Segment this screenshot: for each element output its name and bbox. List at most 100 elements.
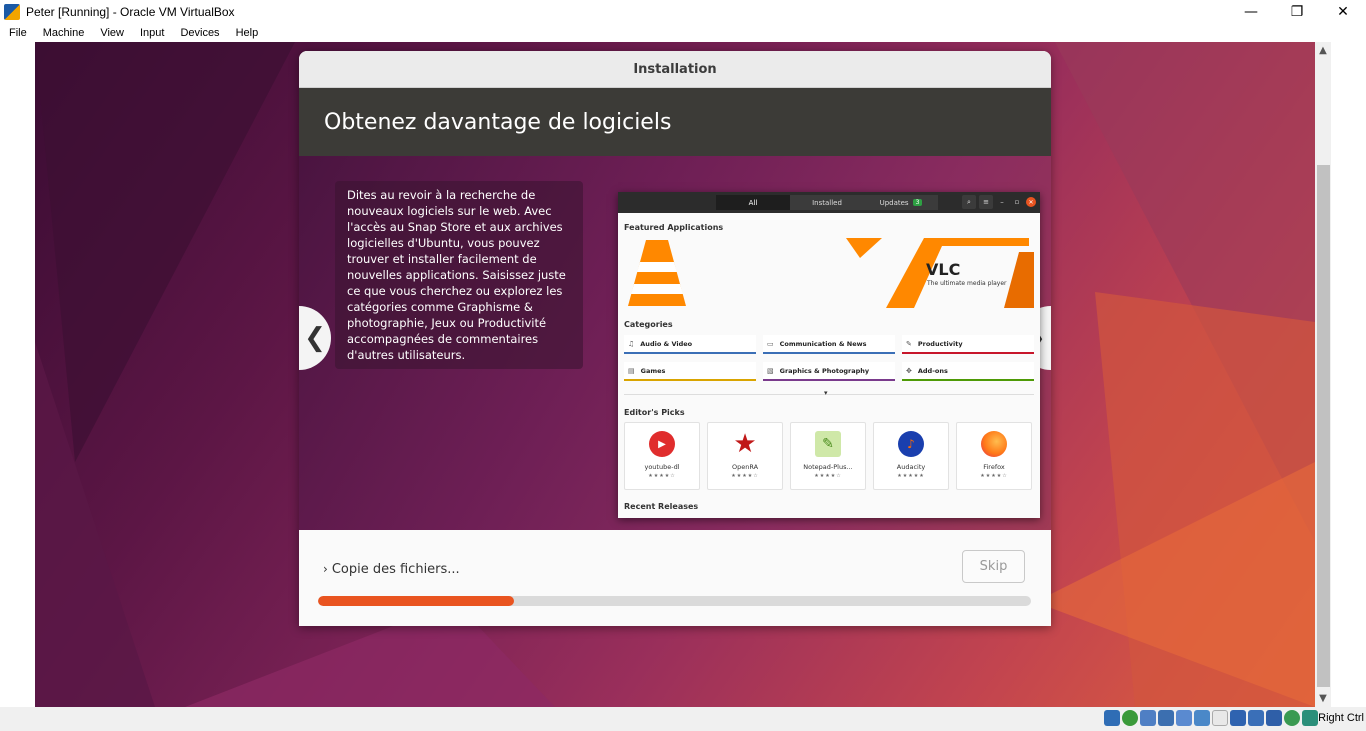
virtualbox-icon	[4, 3, 20, 20]
cpu-icon[interactable]	[1266, 710, 1282, 726]
skip-button[interactable]: Skip	[962, 550, 1025, 583]
recent-releases-heading: Recent Releases	[624, 502, 699, 511]
vm-statusbar: Right Ctrl	[0, 707, 1366, 731]
maximize-button[interactable]: ❐	[1274, 0, 1320, 23]
category-communication-news: ▭ Communication & News	[763, 335, 895, 354]
hamburger-menu-icon: ≡	[979, 195, 993, 209]
pick-name: Audacity	[896, 463, 926, 471]
close-icon: ✕	[1026, 197, 1036, 207]
category-label: Productivity	[917, 339, 963, 348]
pick-name: Notepad-Plus...	[803, 463, 853, 471]
pick-youtube-dl: ▶ youtube-dl ★★★★☆	[624, 422, 700, 490]
hard-disk-icon[interactable]	[1104, 710, 1120, 726]
window-title: Peter [Running] - Oracle VM VirtualBox	[26, 4, 235, 19]
store-tab-updates: Updates 3	[864, 195, 938, 210]
chevron-right-icon[interactable]: ›	[323, 562, 328, 576]
minimize-icon: –	[1000, 198, 1004, 206]
status-icons	[1104, 710, 1318, 726]
featured-heading: Featured Applications	[624, 223, 724, 232]
slide-description: Dites au revoir à la recherche de nouvea…	[347, 188, 566, 362]
editors-picks-row: ▶ youtube-dl ★★★★☆ ★ OpenRA ★★★★☆ ✎ Note…	[624, 422, 1034, 490]
category-productivity: ✎ Productivity	[902, 335, 1034, 354]
image-icon: ▧	[767, 366, 774, 375]
pick-firefox: Firefox ★★★★☆	[956, 422, 1032, 490]
snap-store-screenshot: All Installed Updates 3 ⌕ ≡ – ▫ ✕ Featur…	[618, 192, 1040, 518]
installer-window: Installation Obtenez davantage de logici…	[299, 51, 1051, 626]
previous-slide-button[interactable]: ❮	[299, 306, 331, 370]
installer-title: Installation	[633, 61, 717, 77]
category-graphics-photography: ▧ Graphics & Photography	[763, 362, 895, 381]
featured-app-name: VLC	[926, 260, 961, 279]
installer-header: Installation	[299, 51, 1051, 88]
window-titlebar: Peter [Running] - Oracle VM VirtualBox —…	[0, 0, 1366, 23]
usb-icon[interactable]	[1176, 710, 1192, 726]
scrollbar-thumb[interactable]	[1317, 165, 1330, 687]
pick-notepad-plus: ✎ Notepad-Plus... ★★★★☆	[790, 422, 866, 490]
menu-machine[interactable]: Machine	[37, 27, 91, 39]
rating-stars: ★★★★☆	[648, 473, 676, 479]
slide-text-box: Dites au revoir à la recherche de nouvea…	[335, 181, 583, 369]
pick-audacity: ♪ Audacity ★★★★★	[873, 422, 949, 490]
category-label: Audio & Video	[640, 339, 693, 348]
menu-bar: File Machine View Input Devices Help	[0, 23, 1366, 42]
category-divider	[624, 394, 1034, 395]
category-add-ons: ✥ Add-ons	[902, 362, 1034, 381]
puzzle-icon: ✥	[906, 366, 912, 375]
keyboard-capture-icon[interactable]	[1302, 710, 1318, 726]
store-tabs: All Installed Updates 3	[716, 195, 938, 210]
gamepad-icon: ▤	[628, 366, 635, 375]
progress-status[interactable]: › Copie des fichiers...	[323, 562, 460, 577]
editors-picks-heading: Editor's Picks	[624, 408, 685, 417]
openra-icon: ★	[733, 429, 757, 459]
audio-icon[interactable]	[1140, 710, 1156, 726]
menu-help[interactable]: Help	[230, 27, 265, 39]
mouse-integration-icon[interactable]	[1284, 710, 1300, 726]
drag-drop-icon[interactable]	[1212, 710, 1228, 726]
category-label: Add-ons	[917, 366, 948, 375]
close-button[interactable]: ✕	[1320, 0, 1366, 23]
progress-status-text: Copie des fichiers...	[331, 562, 460, 577]
slide-title: Obtenez davantage de logiciels	[324, 109, 672, 135]
host-key-label: Right Ctrl	[1318, 712, 1364, 724]
menu-file[interactable]: File	[3, 27, 33, 39]
window-controls: — ❐ ✕	[1228, 0, 1366, 23]
rating-stars: ★★★★★	[897, 473, 925, 479]
minimize-button[interactable]: —	[1228, 0, 1274, 23]
category-label: Communication & News	[779, 339, 867, 348]
category-label: Graphics & Photography	[779, 366, 870, 375]
featured-app-tagline: The ultimate media player	[927, 280, 1007, 287]
recording-icon[interactable]	[1248, 710, 1264, 726]
firefox-icon	[981, 431, 1007, 457]
menu-view[interactable]: View	[94, 27, 130, 39]
menu-devices[interactable]: Devices	[174, 27, 225, 39]
category-audio-video: ♫ Audio & Video	[624, 335, 756, 354]
install-progress-fill	[318, 596, 515, 606]
categories-grid: ♫ Audio & Video ▭ Communication & News ✎ Pr…	[624, 335, 1034, 381]
install-progress-bar	[318, 596, 1031, 606]
display-icon[interactable]	[1230, 710, 1246, 726]
store-window-buttons: ⌕ ≡ – ▫ ✕	[962, 195, 1036, 209]
maximize-icon: ▫	[1014, 198, 1020, 206]
category-label: Games	[640, 366, 666, 375]
store-tab-installed: Installed	[790, 195, 864, 210]
expand-categories-icon: ▾	[824, 389, 828, 397]
scroll-up-arrow-icon[interactable]: ▲	[1315, 42, 1331, 58]
edit-icon: ✎	[906, 339, 912, 348]
music-note-icon: ♫	[628, 339, 635, 348]
chevron-left-icon: ❮	[304, 323, 326, 353]
store-tab-all: All	[716, 195, 790, 210]
vlc-cone-icon	[628, 238, 1034, 308]
pick-name: Firefox	[983, 463, 1005, 471]
categories-heading: Categories	[624, 320, 673, 329]
slideshow: Dites au revoir à la recherche de nouvea…	[299, 156, 1051, 530]
pick-name: OpenRA	[731, 463, 759, 471]
updates-count-badge: 3	[912, 199, 923, 206]
scroll-down-arrow-icon[interactable]: ▼	[1315, 690, 1331, 706]
chat-icon: ▭	[767, 339, 774, 348]
notepad-plus-icon: ✎	[815, 431, 841, 457]
store-tab-updates-label: Updates	[879, 198, 909, 207]
shared-folders-icon[interactable]	[1194, 710, 1210, 726]
network-icon[interactable]	[1158, 710, 1174, 726]
optical-drive-icon[interactable]	[1122, 710, 1138, 726]
menu-input[interactable]: Input	[134, 27, 170, 39]
